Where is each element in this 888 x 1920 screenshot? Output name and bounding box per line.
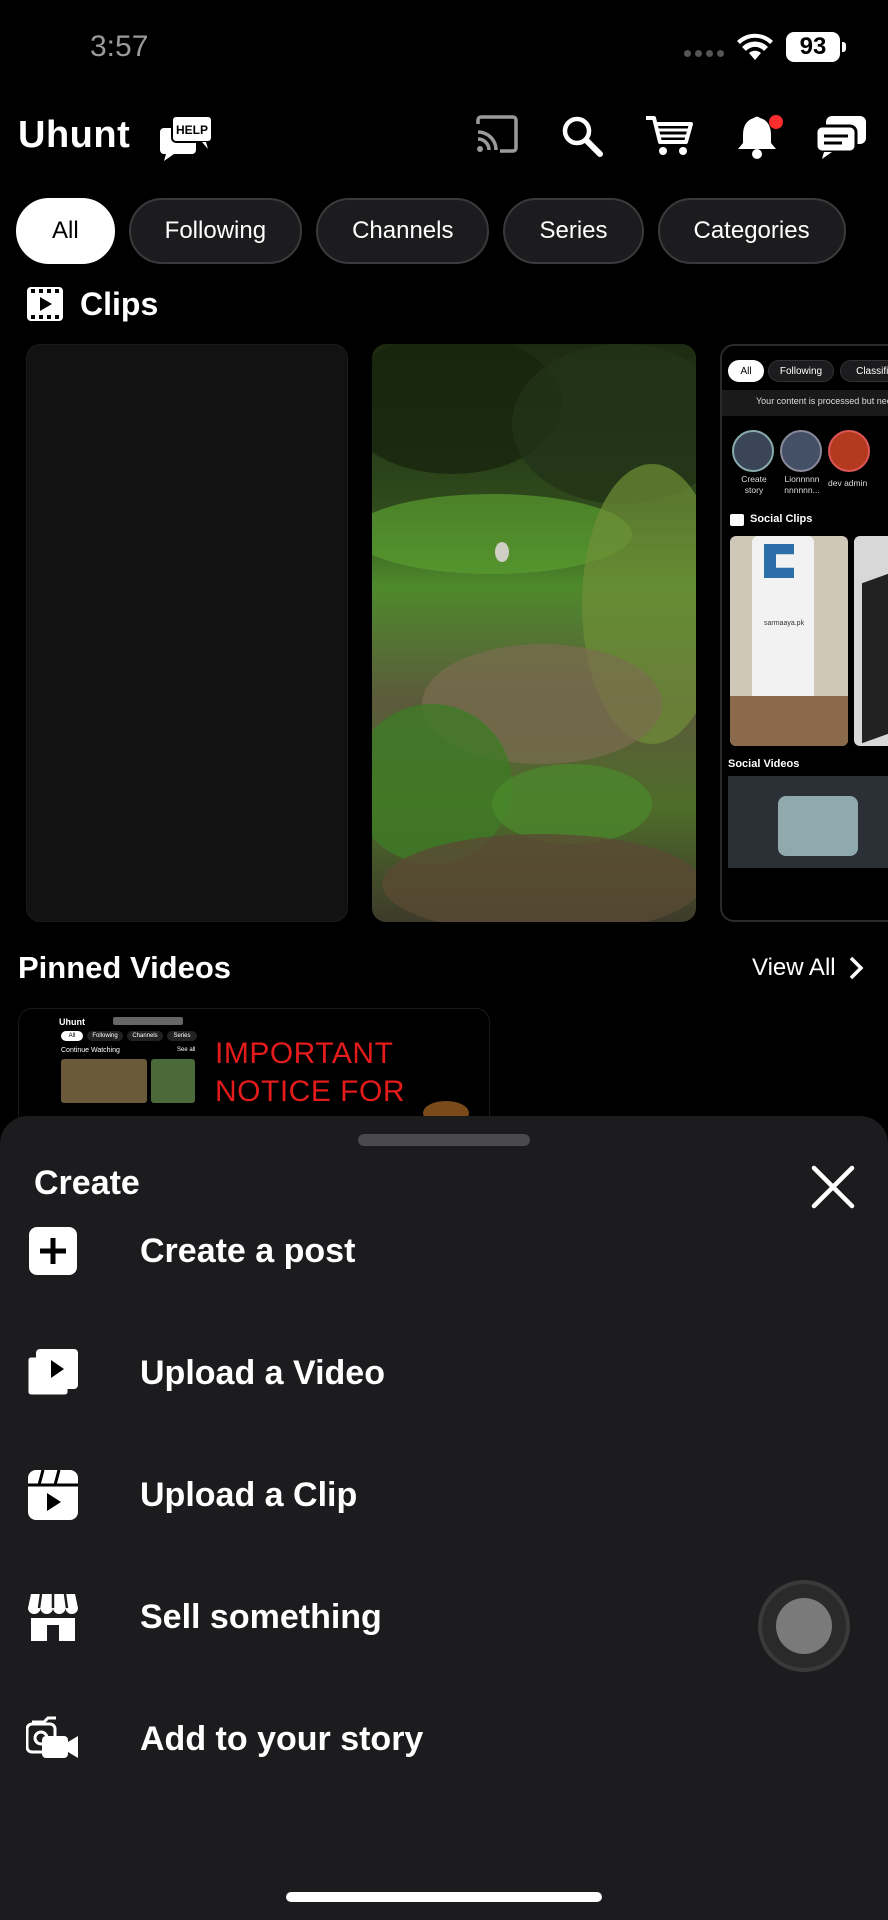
help-chat-icon[interactable]: HELP: [158, 114, 214, 162]
cart-icon[interactable]: [644, 114, 694, 158]
chip-all[interactable]: All: [16, 198, 115, 264]
story-label: Lionnnnn nnnnnn...: [784, 474, 820, 495]
preview-social-videos: Social Videos: [728, 758, 800, 770]
preview-chip: All: [728, 360, 764, 382]
home-indicator[interactable]: [286, 1892, 602, 1902]
mini-continue: Continue Watching: [61, 1047, 120, 1054]
clips-icon: [27, 287, 63, 321]
preview-social-clips: Social Clips: [750, 513, 813, 525]
clip-thumbnail: [372, 344, 696, 922]
sheet-title: Create: [34, 1164, 140, 1202]
plus-square-icon: [26, 1224, 80, 1278]
avatar: [732, 430, 774, 472]
add-story-label: Add to your story: [140, 1719, 424, 1758]
pinned-videos-title: Pinned Videos: [18, 950, 232, 985]
preview-chip: Following: [768, 360, 834, 382]
chip-channels[interactable]: Channels: [316, 198, 490, 264]
create-post-label: Create a post: [140, 1231, 356, 1270]
status-bar: 3:57 93: [0, 0, 888, 100]
add-story-item[interactable]: Add to your story: [26, 1704, 786, 1774]
upload-clip-item[interactable]: Upload a Clip: [26, 1460, 786, 1530]
wifi-icon: [737, 33, 773, 60]
mini-chip: Following: [87, 1031, 123, 1041]
upload-video-item[interactable]: Upload a Video: [26, 1338, 786, 1408]
story-label: Create story: [741, 474, 767, 495]
story-label: dev admin: [828, 478, 868, 488]
assistive-touch-button[interactable]: [758, 1580, 850, 1672]
clips-icon: [730, 514, 744, 526]
avatar: [780, 430, 822, 472]
app-header: Uhunt HELP: [0, 108, 888, 168]
sell-something-label: Sell something: [140, 1597, 382, 1636]
chevron-right-icon: [849, 956, 864, 980]
battery-indicator: 93: [786, 32, 846, 62]
video-stack-icon: [26, 1346, 80, 1400]
app-logo[interactable]: Uhunt: [18, 114, 130, 157]
upload-video-label: Upload a Video: [140, 1353, 385, 1392]
create-bottom-sheet: Create Create a post Upload a Video Uplo…: [0, 1116, 888, 1920]
mini-chip: Channels: [127, 1031, 163, 1041]
view-all-link[interactable]: View All: [752, 954, 864, 982]
storefront-icon: [26, 1590, 80, 1644]
filter-chips: All Following Channels Series Categories: [16, 198, 846, 264]
chip-following[interactable]: Following: [128, 198, 303, 264]
messages-icon[interactable]: [814, 114, 868, 160]
chip-categories[interactable]: Categories: [657, 198, 846, 264]
chip-series[interactable]: Series: [503, 198, 644, 264]
create-post-item[interactable]: Create a post: [26, 1216, 786, 1286]
signal-icon: [684, 50, 724, 57]
bottle-text: sarmaaya.pk: [764, 620, 805, 627]
close-icon[interactable]: [808, 1162, 858, 1212]
notice-text: IMPORTANT NOTICE FOR: [215, 1037, 405, 1108]
cast-icon[interactable]: [474, 114, 520, 154]
pinned-video-card[interactable]: Uhunt All Following Channels Series Cont…: [18, 1008, 490, 1118]
preview-chip: Classifie: [840, 360, 888, 382]
svg-text:HELP: HELP: [176, 123, 208, 137]
mini-logo: Uhunt: [59, 1017, 85, 1027]
mini-chip: Series: [167, 1031, 197, 1041]
avatar: [828, 430, 870, 472]
sell-something-item[interactable]: Sell something: [26, 1582, 786, 1652]
preview-notice: Your content is processed but need: [756, 396, 888, 406]
mini-chip: All: [61, 1031, 83, 1041]
clip-icon: [26, 1468, 80, 1522]
camera-story-icon: [26, 1712, 80, 1766]
clips-title: Clips: [80, 286, 159, 322]
upload-clip-label: Upload a Clip: [140, 1475, 358, 1514]
clip-card[interactable]: [372, 344, 696, 922]
clip-card[interactable]: All Following Classifie Your content is …: [720, 344, 888, 922]
view-all-label: View All: [752, 954, 836, 981]
sheet-grabber[interactable]: [358, 1134, 530, 1146]
notification-bell-icon[interactable]: [734, 114, 784, 160]
clip-card[interactable]: [26, 344, 348, 922]
search-icon[interactable]: [560, 114, 604, 158]
status-time: 3:57: [90, 30, 149, 63]
mini-see-all: See all: [177, 1047, 196, 1053]
